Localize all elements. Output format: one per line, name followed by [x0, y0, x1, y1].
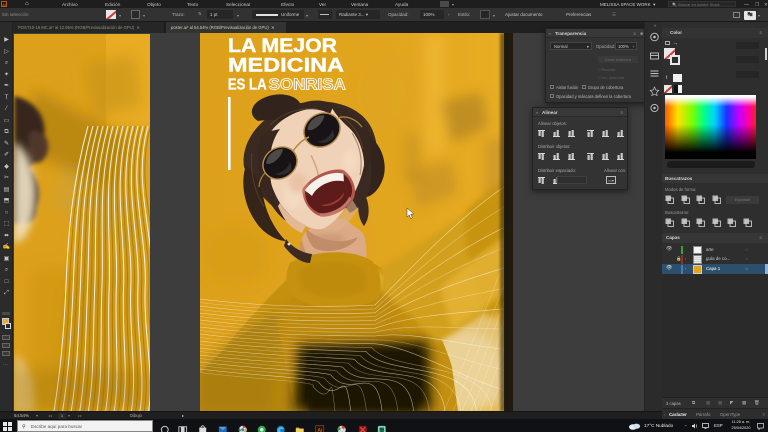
svg-text:MEDICINA: MEDICINA [228, 56, 344, 77]
svg-text:SONRISA: SONRISA [269, 76, 346, 93]
svg-text:LA MEJOR: LA MEJOR [228, 36, 337, 57]
svg-text:ES LA: ES LA [228, 76, 267, 93]
svg-text:Ai: Ai [317, 428, 322, 432]
